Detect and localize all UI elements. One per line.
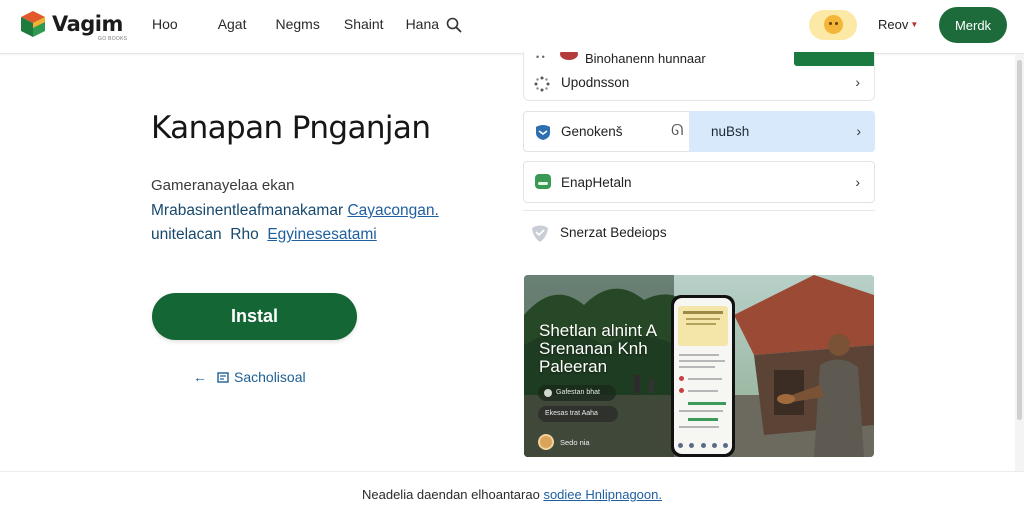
arrow-left-icon: ← xyxy=(193,369,207,385)
search-icon[interactable] xyxy=(445,16,463,34)
chat-icon xyxy=(535,174,551,189)
phone-nav xyxy=(678,443,728,448)
top-header: Vagim GO BOOKS Hoo Agat Negms Shaint Han… xyxy=(0,0,1024,54)
footer-note: Neadelia daendan elhoantarao xyxy=(362,487,544,502)
logo[interactable]: Vagim GO BOOKS xyxy=(18,8,130,44)
phone-screen xyxy=(674,298,732,454)
footer-link[interactable]: sodiee Hnlipnagoon. xyxy=(543,487,662,502)
top-card-title: Binohanenn hunnaar xyxy=(585,52,706,66)
logo-tagline: GO BOOKS xyxy=(98,36,128,42)
phone-card xyxy=(678,306,728,346)
top-card: • • Binohanenn hunnaar Upodnsson › xyxy=(523,52,875,101)
footer-text: Neadelia daendan elhoantarao sodiee Hnli… xyxy=(0,487,1024,502)
nav-item-shaint[interactable]: Shaint xyxy=(344,16,384,32)
promo-title: Shetlan alnint A Srenanan Knh Paleeran xyxy=(539,321,657,376)
list-item-label: Upodnsson xyxy=(561,75,630,90)
list-item-upodnsson[interactable]: Upodnsson › xyxy=(524,66,874,100)
footer: Neadelia daendan elhoantarao sodiee Hnli… xyxy=(0,471,1024,512)
page: Vagim GO BOOKS Hoo Agat Negms Shaint Han… xyxy=(0,0,1024,512)
scrollbar[interactable] xyxy=(1015,54,1024,471)
top-card-header: • • Binohanenn hunnaar xyxy=(524,52,874,66)
scrollbar-thumb[interactable] xyxy=(1017,60,1022,420)
hero-body-line1: Mrabasinentleafmanakamar xyxy=(151,202,348,219)
chevron-right-icon: › xyxy=(856,123,861,139)
divider xyxy=(523,210,875,211)
main-nav: Hoo Agat Negms Shaint Hana xyxy=(152,16,463,32)
chevron-right-icon: › xyxy=(855,74,860,90)
hero-body-link2[interactable]: Egyinesesatami xyxy=(267,226,376,243)
dots-icon xyxy=(534,76,550,92)
smiley-icon xyxy=(824,15,843,34)
avatar[interactable] xyxy=(809,10,857,40)
hero-lead-text: Gameranayelaa ekan xyxy=(151,177,295,194)
green-tag xyxy=(794,52,874,66)
logo-name: Vagim xyxy=(52,12,123,36)
promo-author: Sedo nia xyxy=(538,434,590,450)
list-item-genokens: Genokenš ᘏ nuBsh › xyxy=(523,111,875,152)
account-menu[interactable]: Reov ▼ xyxy=(878,17,918,32)
back-link[interactable]: ← Sacholisoal xyxy=(193,369,306,385)
list-item-label: Snerzat Bedeiops xyxy=(560,225,667,240)
nav-item-agat[interactable]: Agat xyxy=(218,16,247,32)
chevron-right-icon: › xyxy=(855,174,860,190)
list-item-label: EnapHetaln xyxy=(561,175,632,190)
red-dot-icon xyxy=(560,52,578,60)
install-button[interactable]: Instal xyxy=(152,293,357,340)
list-item-label[interactable]: Genokenš xyxy=(561,124,623,139)
phone-mockup xyxy=(671,295,735,457)
hero-body: Mrabasinentleafmanakamar Cayacongan. uni… xyxy=(151,199,491,247)
document-icon xyxy=(217,371,229,383)
header-cta-button[interactable]: Merdk xyxy=(939,7,1007,43)
ticks-icon: • • xyxy=(536,52,545,62)
author-avatar xyxy=(538,434,554,450)
page-title: Kanapan Pnganjan xyxy=(151,110,431,146)
nav-item-hoo[interactable]: Hoo xyxy=(152,16,178,32)
shield-check-icon xyxy=(532,225,548,242)
account-label: Reov xyxy=(878,17,909,32)
cube-logo-icon xyxy=(21,11,45,37)
list-item-enaphetaln[interactable]: EnapHetaln › xyxy=(523,161,875,203)
nav-item-negms[interactable]: Negms xyxy=(276,16,320,32)
lock-icon: ᘏ xyxy=(671,122,684,139)
highlighted-option[interactable]: nuBsh › xyxy=(689,111,875,152)
caret-down-icon: ▼ xyxy=(910,20,919,29)
shield-icon xyxy=(536,125,550,140)
back-link-label: Sacholisoal xyxy=(234,369,306,385)
hero-body-link1[interactable]: Cayacongan. xyxy=(347,202,438,219)
hero-body-line2: unitelacan Rho xyxy=(151,226,268,243)
author-name: Sedo nia xyxy=(560,437,590,447)
promo-chip[interactable]: Ekesas trat Aaha xyxy=(538,406,618,422)
nav-item-hana[interactable]: Hana xyxy=(406,16,439,32)
promo-banner[interactable]: Shetlan alnint A Srenanan Knh Paleeran G… xyxy=(524,275,874,457)
highlighted-option-label: nuBsh xyxy=(711,124,750,139)
promo-chip[interactable]: Gafestan bhat xyxy=(538,385,616,401)
list-item-snerzat[interactable]: Snerzat Bedeiops xyxy=(523,218,875,248)
